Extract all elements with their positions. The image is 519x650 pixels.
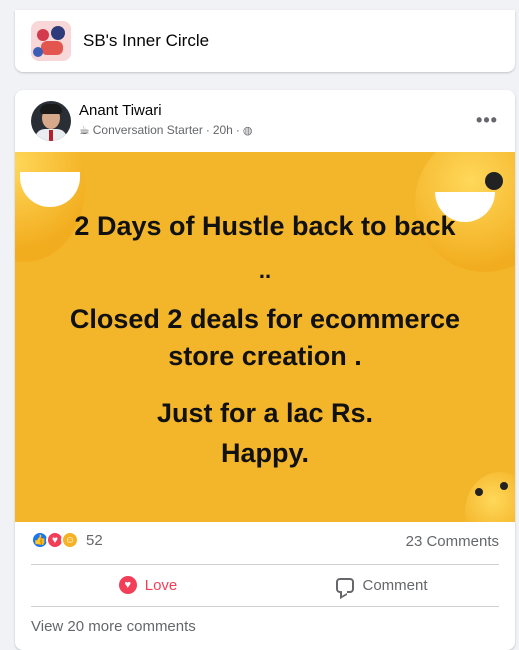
post-header: Anant Tiwari ☕ Conversation Starter · 20… <box>15 90 515 152</box>
comment-label: Comment <box>362 576 428 594</box>
image-text-line: 2 Days of Hustle back to back <box>74 211 456 241</box>
image-text-line: Closed 2 deals for ecommerce <box>69 304 461 334</box>
image-text-line: Happy. <box>220 438 309 468</box>
laughing-emoji-graphic <box>15 152 85 262</box>
globe-icon: ◍ <box>242 124 253 137</box>
post-time[interactable]: 20h <box>213 123 233 137</box>
group-avatar[interactable] <box>31 21 71 61</box>
separator: · <box>235 123 240 137</box>
image-text-line: store creation . <box>168 341 362 371</box>
image-text-line: .. <box>258 258 272 283</box>
post-meta: ☕ Conversation Starter · 20h · ◍ <box>79 123 252 137</box>
comment-button[interactable]: Comment <box>265 566 499 604</box>
separator: · <box>205 123 210 137</box>
reaction-count[interactable]: 52 <box>86 532 103 549</box>
author-badge[interactable]: Conversation Starter <box>93 123 203 137</box>
post-image[interactable]: 2 Days of Hustle back to back .. Closed … <box>15 152 515 522</box>
image-text-line: Just for a lac Rs. <box>156 398 374 428</box>
author-avatar[interactable] <box>31 101 71 141</box>
reaction-summary[interactable]: 👍 ♥ ☺ 52 <box>31 531 103 549</box>
author-name[interactable]: Anant Tiwari <box>79 102 162 119</box>
coffee-cup-icon: ☕ <box>79 123 90 137</box>
love-label: Love <box>144 576 178 594</box>
group-name[interactable]: SB's Inner Circle <box>83 31 209 51</box>
care-icon: ☺ <box>61 531 79 549</box>
heart-icon: ♥ <box>118 576 137 594</box>
love-button[interactable]: ♥ Love <box>31 566 265 604</box>
more-options-button[interactable]: ••• <box>473 106 501 134</box>
view-more-comments-link[interactable]: View 20 more comments <box>31 618 196 635</box>
comment-bubble-icon <box>336 577 355 593</box>
laughing-emoji-graphic <box>465 472 515 522</box>
post-card: Anant Tiwari ☕ Conversation Starter · 20… <box>15 90 515 650</box>
divider <box>31 564 499 565</box>
divider <box>31 606 499 607</box>
comments-count[interactable]: 23 Comments <box>406 533 499 550</box>
group-header: SB's Inner Circle <box>15 10 515 72</box>
